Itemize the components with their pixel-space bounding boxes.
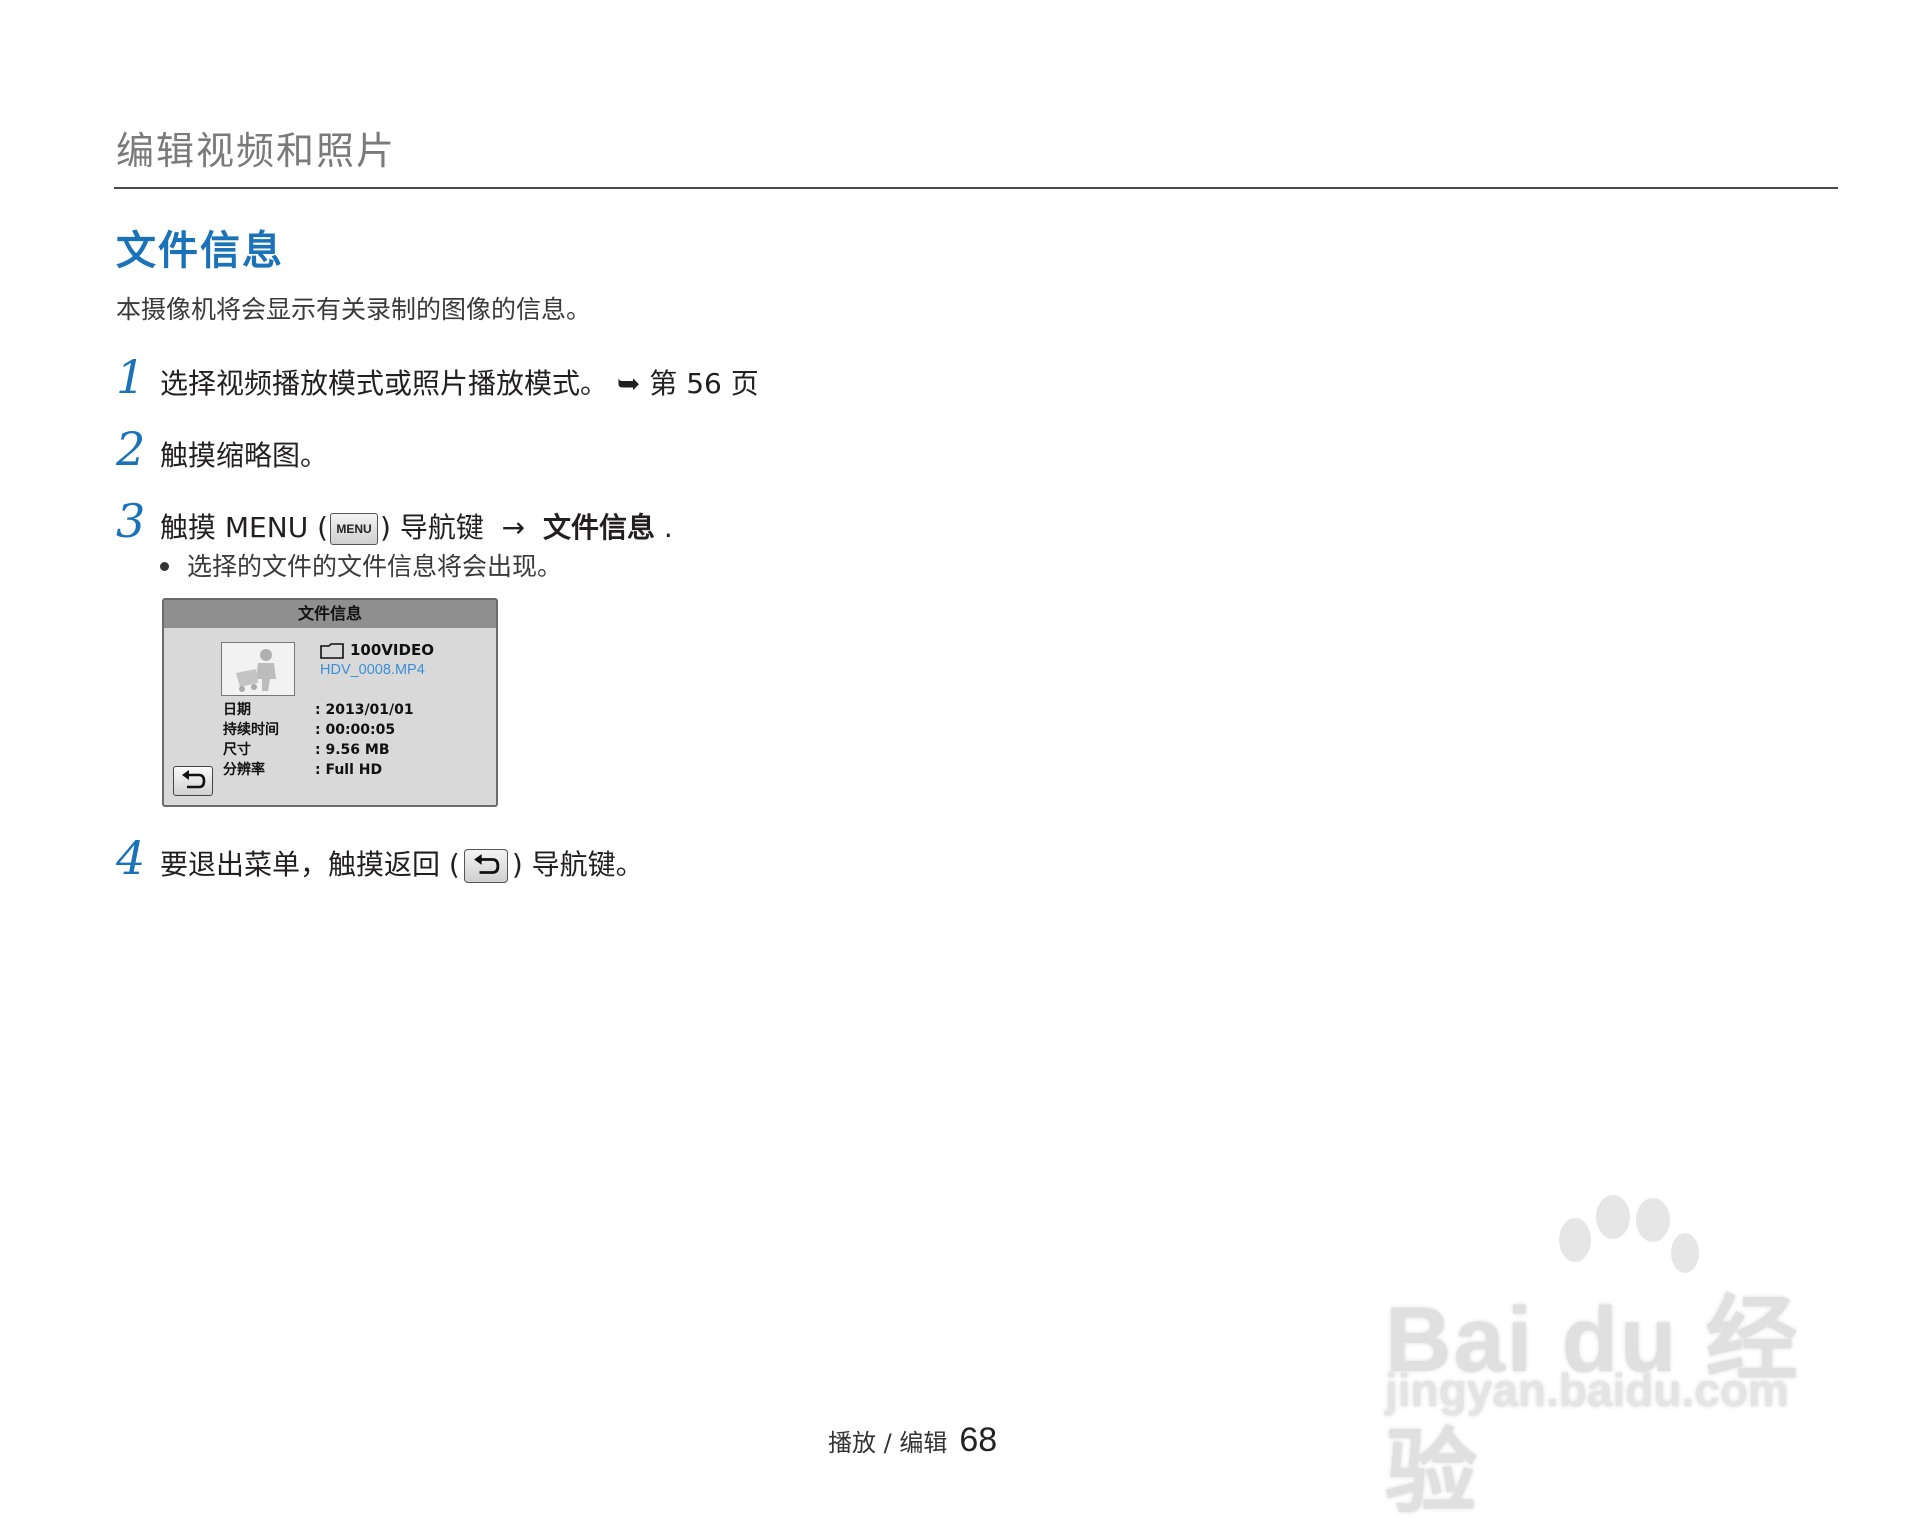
page-number: 68 bbox=[959, 1421, 998, 1459]
info-value: : 00:00:05 bbox=[315, 722, 396, 738]
step-text: 选择视频播放模式或照片播放模式。 ➥ 第 56 页 bbox=[160, 362, 759, 402]
thumbnail-figure-icon bbox=[222, 643, 294, 695]
folder-name: 100VIDEO bbox=[350, 641, 434, 659]
screen-back-button[interactable] bbox=[173, 766, 213, 796]
step-3-period: . bbox=[663, 511, 673, 544]
baidu-watermark: Bai du 经验 jingyan.baidu.com bbox=[1385, 1195, 1845, 1524]
info-value: : 2013/01/01 bbox=[315, 702, 414, 718]
page-ref-arrow-icon: ➥ bbox=[616, 367, 641, 400]
folder-row: 100VIDEO bbox=[320, 641, 434, 659]
info-table: 日期 : 2013/01/01 持续时间 : 00:00:05 尺寸 : 9.56 M… bbox=[223, 700, 414, 780]
step-text: 触摸 MENU (MENU) 导航键 → 文件信息 . bbox=[160, 506, 673, 546]
info-row-size: 尺寸 : 9.56 MB bbox=[223, 740, 414, 760]
page-header: 编辑视频和照片 bbox=[116, 129, 397, 173]
file-info-screen: 文件信息 100VIDEO HDV_0008.MP4 日期 : 2013/01/0… bbox=[162, 598, 498, 807]
menu-key-icon: MENU bbox=[330, 513, 379, 545]
section-title: 文件信息 bbox=[116, 228, 284, 274]
thumbnail-image bbox=[221, 642, 295, 696]
info-label: 持续时间 bbox=[223, 722, 279, 738]
step-3-text-a: 触摸 MENU ( bbox=[160, 511, 329, 544]
step-3-text-b: ) 导航键 bbox=[380, 511, 484, 544]
screen-title: 文件信息 bbox=[164, 600, 496, 628]
intro-text: 本摄像机将会显示有关录制的图像的信息。 bbox=[116, 295, 592, 324]
step-2-text: 触摸缩略图。 bbox=[160, 439, 329, 472]
info-value: : 9.56 MB bbox=[315, 742, 390, 758]
footer-section: 播放 / 编辑 bbox=[828, 1429, 948, 1457]
bullet-icon bbox=[160, 561, 169, 571]
bullet-item: 选择的文件的文件信息将会出现。 bbox=[160, 547, 562, 583]
info-row-resolution: 分辨率 : Full HD bbox=[223, 760, 414, 780]
page-reference: 第 56 页 bbox=[649, 367, 759, 400]
back-arrow-icon bbox=[182, 770, 206, 789]
page-footer: 播放 / 编辑 68 bbox=[828, 1421, 997, 1460]
info-value: : Full HD bbox=[315, 762, 383, 778]
header-divider bbox=[114, 187, 1838, 189]
right-arrow-icon: → bbox=[501, 511, 526, 544]
step-number: 4 bbox=[116, 831, 146, 885]
step-1-text: 选择视频播放模式或照片播放模式。 bbox=[160, 367, 609, 400]
step-text: 要退出菜单，触摸返回 ( ) 导航键。 bbox=[160, 843, 644, 883]
step-number: 1 bbox=[116, 350, 146, 404]
info-label: 尺寸 bbox=[223, 742, 251, 758]
file-name: HDV_0008.MP4 bbox=[320, 662, 425, 678]
step-3-menu-item: 文件信息 bbox=[542, 511, 655, 544]
info-label: 分辨率 bbox=[223, 762, 265, 778]
step-number: 3 bbox=[116, 494, 146, 548]
step-4-text-b: ) 导航键。 bbox=[511, 848, 644, 881]
step-number: 2 bbox=[116, 422, 146, 476]
info-row-duration: 持续时间 : 00:00:05 bbox=[223, 720, 414, 740]
info-label: 日期 bbox=[223, 702, 251, 718]
back-key-icon bbox=[463, 849, 508, 883]
folder-icon bbox=[320, 642, 344, 659]
bullet-text: 选择的文件的文件信息将会出现。 bbox=[187, 552, 563, 581]
step-4-text-a: 要退出菜单，触摸返回 ( bbox=[160, 848, 460, 881]
info-row-date: 日期 : 2013/01/01 bbox=[223, 700, 414, 720]
watermark-sub: jingyan.baidu.com bbox=[1385, 1364, 1789, 1416]
